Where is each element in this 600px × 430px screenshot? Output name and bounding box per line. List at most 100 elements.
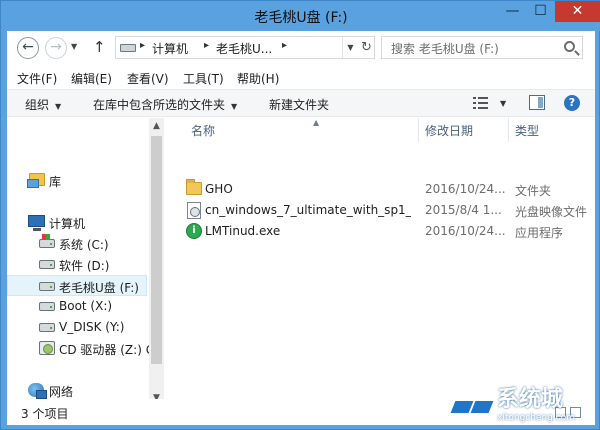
view-options-chevron-down-icon[interactable]: ▼ [500,99,506,108]
address-bar-row: ← → ▼ ↑ ▸ 计算机 ▸ 老毛桃U... ▸ ▼ ↻ 搜索 老毛桃U盘 (… [7,31,595,64]
menu-view[interactable]: 查看(V) [127,70,169,87]
watermark-logo-icon [449,383,496,423]
recent-locations-chevron-down-icon[interactable]: ▼ [71,42,77,51]
nav-item-label: Boot (X:) [59,299,113,313]
nav-item-label: 计算机 [49,217,86,231]
refresh-button[interactable]: ↻ [358,37,375,58]
drive-icon [39,260,55,269]
title-bar[interactable]: 老毛桃U盘 (F:) — ☐ ✕ [1,1,600,31]
nav-item-network[interactable]: 网络 [7,380,147,401]
path-separator-icon[interactable]: ▸ [282,40,287,51]
path-separator-icon[interactable]: ▸ [204,40,209,51]
disc-image-icon [187,202,201,219]
column-header-label: 修改日期 [425,124,474,138]
folder-icon [186,179,202,195]
maximize-button[interactable]: ☐ [527,1,554,22]
file-row[interactable]: cn_windows_7_ultimate_with_sp1_... 2015/… [167,200,595,221]
scroll-up-icon[interactable]: ▲ [149,118,164,134]
nav-item-label: V_DISK (Y:) [59,320,125,334]
organize-label: 组织 [25,98,50,112]
command-bar: 组织 ▼ 在库中包含所选的文件夹 ▼ 新建文件夹 ▼ ? [7,89,595,117]
sort-ascending-icon: ▲ [313,118,320,127]
include-in-library-button[interactable]: 在库中包含所选的文件夹 ▼ [93,96,237,113]
chevron-down-icon: ▼ [55,102,62,111]
search-input[interactable]: 搜索 老毛桃U盘 (F:) [381,36,583,59]
nav-item-drive-d[interactable]: 软件 (D:) [7,254,147,275]
forward-button[interactable]: → [45,37,67,59]
search-placeholder: 搜索 老毛桃U盘 (F:) [391,42,499,56]
watermark-url: xitongcheng.com [497,413,575,423]
network-icon [28,383,47,399]
file-name: GHO [205,182,233,196]
search-icon[interactable] [564,41,575,52]
chevron-down-icon: ▼ [231,102,238,111]
help-icon[interactable]: ? [564,95,580,111]
drive-icon [120,44,136,52]
library-icon [27,173,45,188]
scrollbar-thumb[interactable] [151,136,162,364]
nav-item-drive-c[interactable]: 系统 (C:) [7,233,147,254]
file-date: 2016/10/24... [425,182,506,196]
file-date: 2015/8/4 1... [425,203,502,217]
breadcrumb-current[interactable]: 老毛桃U... [216,40,272,57]
close-button[interactable]: ✕ [555,1,600,22]
file-list: 名称 ▲ 修改日期 类型 GHO 2016/10/24... 文件夹 cn_wi… [167,118,595,406]
menu-help[interactable]: 帮助(H) [237,70,279,87]
usb-drive-icon [39,282,55,291]
explorer-window: 老毛桃U盘 (F:) — ☐ ✕ ← → ▼ ↑ ▸ 计算机 ▸ 老毛桃U...… [0,0,600,430]
explorer-content: ← → ▼ ↑ ▸ 计算机 ▸ 老毛桃U... ▸ ▼ ↻ 搜索 老毛桃U盘 (… [7,31,595,425]
watermark-text: 系统城 [497,387,564,412]
file-name: LMTinud.exe [205,224,281,238]
column-header-name[interactable]: 名称 ▲ [185,118,419,142]
new-folder-button[interactable]: 新建文件夹 [269,96,329,113]
path-separator-icon[interactable]: ▸ [140,40,145,51]
nav-item-drive-z[interactable]: CD 驱动器 (Z:) G [7,338,155,359]
nav-item-drive-y[interactable]: V_DISK (Y:) [7,317,147,338]
navigation-scrollbar[interactable]: ▲ ▼ [149,118,164,406]
nav-item-label: CD 驱动器 (Z:) G [59,343,155,357]
minimize-button[interactable]: — [499,1,526,22]
file-date: 2016/10/24... [425,224,506,238]
menu-edit[interactable]: 编辑(E) [71,70,112,87]
up-button[interactable]: ↑ [93,38,106,56]
computer-icon [28,215,45,231]
preview-pane-icon[interactable] [529,95,545,110]
address-path-box[interactable]: ▸ 计算机 ▸ 老毛桃U... ▸ ▼ ↻ [115,36,375,59]
exe-icon: i [186,223,202,239]
file-row[interactable]: i LMTinud.exe 2016/10/24... 应用程序 [167,221,595,242]
file-type: 应用程序 [515,226,564,240]
cd-drive-icon [39,341,55,355]
nav-item-computer[interactable]: 计算机 [7,212,147,233]
file-row[interactable]: GHO 2016/10/24... 文件夹 [167,179,595,200]
organize-button[interactable]: 组织 ▼ [25,96,61,113]
file-type: 文件夹 [515,184,552,198]
menu-tools[interactable]: 工具(T) [183,70,224,87]
column-header-date[interactable]: 修改日期 [419,118,509,142]
system-drive-icon [39,234,55,248]
include-in-library-label: 在库中包含所选的文件夹 [93,98,226,112]
column-header-label: 名称 [191,124,216,138]
nav-item-drive-f[interactable]: 老毛桃U盘 (F:) [7,275,147,296]
change-view-icon[interactable] [473,97,488,109]
column-header-type[interactable]: 类型 [509,118,595,142]
nav-item-label: 网络 [49,385,74,399]
menu-file[interactable]: 文件(F) [17,70,57,87]
breadcrumb-computer[interactable]: 计算机 [152,40,188,57]
watermark: 系统城 xitongcheng.com [449,375,599,430]
drive-icon [39,302,55,311]
column-header-label: 类型 [515,124,540,138]
drive-icon [39,323,55,332]
menu-bar: 文件(F) 编辑(E) 查看(V) 工具(T) 帮助(H) [7,67,595,89]
nav-item-label: 系统 (C:) [59,238,109,252]
nav-item-label: 软件 (D:) [59,259,110,273]
file-type: 光盘映像文件 [515,205,588,219]
file-name: cn_windows_7_ultimate_with_sp1_... [205,203,411,217]
back-button[interactable]: ← [17,37,39,59]
nav-item-label: 老毛桃U盘 (F:) [59,281,139,295]
nav-item-drive-x[interactable]: Boot (X:) [7,296,147,317]
nav-item-library[interactable]: 库 [7,170,147,191]
navigation-pane: 库 计算机 系统 (C:) 软件 (D:) 老毛桃U盘 (F:) Boot (X… [7,118,163,406]
address-history-chevron-down-icon[interactable]: ▼ [342,37,358,58]
nav-item-label: 库 [49,175,62,189]
item-count: 3 个项目 [21,407,69,421]
